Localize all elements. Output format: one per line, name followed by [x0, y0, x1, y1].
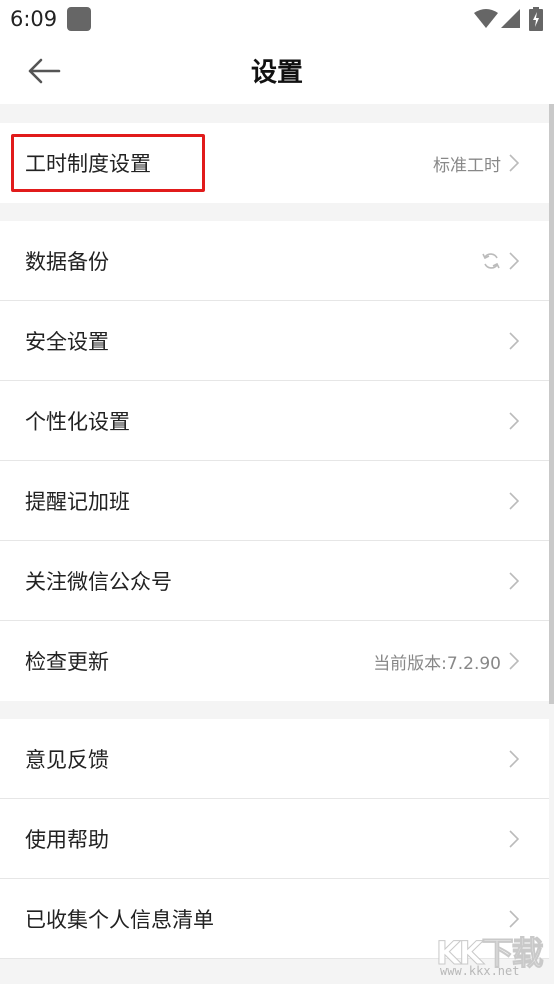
list-item-label: 意见反馈 — [25, 748, 109, 772]
security-settings-item[interactable]: 安全设置 — [0, 301, 549, 381]
settings-group-3: 意见反馈 使用帮助 已收集个人信息清单 — [0, 719, 549, 959]
check-update-item[interactable]: 检查更新 当前版本:7.2.90 — [0, 621, 549, 701]
help-item[interactable]: 使用帮助 — [0, 799, 549, 879]
chevron-right-icon — [509, 153, 521, 173]
list-item-label: 关注微信公众号 — [25, 570, 172, 594]
chevron-right-icon — [509, 749, 521, 769]
list-item-label: 使用帮助 — [25, 828, 109, 852]
chevron-right-icon — [509, 331, 521, 351]
wifi-icon — [474, 9, 498, 28]
settings-group-2: 数据备份 安全设置 个性化设置 提醒记加班 关注微信公众号 检查更新 当前版本:… — [0, 221, 549, 701]
list-item-label: 提醒记加班 — [25, 490, 130, 514]
list-item-label: 个性化设置 — [25, 410, 130, 434]
app-bar: 设置 — [0, 38, 554, 104]
list-item-label: 安全设置 — [25, 330, 109, 354]
signal-icon — [501, 9, 520, 28]
notification-icon — [67, 7, 91, 31]
highlight-box — [11, 134, 205, 192]
page-title: 设置 — [250, 58, 303, 88]
data-backup-item[interactable]: 数据备份 — [0, 221, 549, 301]
chevron-right-icon — [509, 909, 521, 929]
chevron-right-icon — [509, 651, 521, 671]
feedback-item[interactable]: 意见反馈 — [0, 719, 549, 799]
battery-icon — [529, 7, 543, 31]
chevron-right-icon — [509, 829, 521, 849]
sync-icon — [481, 251, 501, 271]
chevron-right-icon — [509, 251, 521, 271]
watermark-url: www.kkx.net — [440, 964, 520, 978]
watermark: KK下载 www.kkx.net — [436, 928, 548, 980]
list-item-value: 标准工时 — [433, 155, 501, 176]
status-bar: 6:09 — [0, 0, 554, 38]
list-item-label: 数据备份 — [25, 250, 109, 274]
personalization-settings-item[interactable]: 个性化设置 — [0, 381, 549, 461]
chevron-right-icon — [509, 491, 521, 511]
follow-wechat-item[interactable]: 关注微信公众号 — [0, 541, 549, 621]
version-value: 当前版本:7.2.90 — [373, 653, 501, 674]
status-time: 6:09 — [10, 7, 58, 31]
chevron-right-icon — [509, 571, 521, 591]
chevron-right-icon — [509, 411, 521, 431]
overtime-reminder-item[interactable]: 提醒记加班 — [0, 461, 549, 541]
scrollbar[interactable] — [549, 104, 554, 704]
list-item-label: 检查更新 — [25, 650, 109, 674]
